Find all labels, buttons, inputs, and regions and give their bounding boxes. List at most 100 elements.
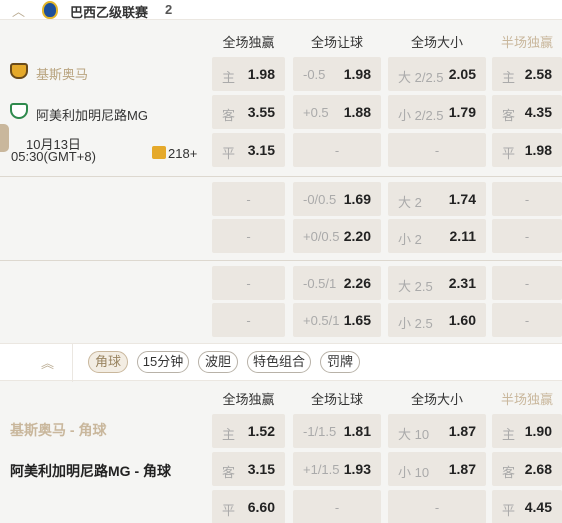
divider (72, 344, 73, 382)
home-team-logo (10, 63, 28, 79)
odds-cell-hc-home[interactable]: -1/1.5 1.81 (293, 414, 381, 448)
odds-cell-hc-home[interactable]: -0.5 1.98 (293, 57, 381, 91)
odds-cell-ml-home[interactable]: 主 1.52 (212, 414, 285, 448)
odds-cell-empty: - (492, 182, 562, 216)
odds-cell-ht-away[interactable]: 客 4.35 (492, 95, 562, 129)
league-logo (42, 1, 58, 19)
corners-home-name: 基斯奥马 - 角球 (10, 422, 107, 438)
odds-cell-empty: - (293, 133, 381, 167)
odds-cell-ml-away[interactable]: 客 3.15 (212, 452, 285, 486)
odds-cell-empty: - (492, 219, 562, 253)
divider (0, 260, 562, 261)
odds-cell-hc-home[interactable]: -0/0.5 1.69 (293, 182, 381, 216)
odds-label: 小 2 (398, 232, 422, 247)
odds-label: 主 (502, 70, 516, 85)
empty-dash: - (246, 192, 251, 207)
odds-cell-hc-away[interactable]: +0.5/1 1.65 (293, 303, 381, 337)
odds-cell-ou-over[interactable]: 大 10 1.87 (388, 414, 486, 448)
odds-cell-ml-away[interactable]: 客 3.55 (212, 95, 285, 129)
filter-chip-specials[interactable]: 特色组合 (247, 351, 311, 373)
odds-cell-empty: - (492, 303, 562, 337)
odds-label: -0.5/1 (303, 276, 337, 291)
odds-cell-ou-over[interactable]: 大 2.5 2.31 (388, 266, 486, 300)
odds-cell-hc-home[interactable]: -0.5/1 2.26 (293, 266, 381, 300)
empty-dash: - (334, 500, 340, 515)
odds-value: 1.65 (343, 312, 371, 328)
odds-cell-hc-away[interactable]: +0/0.5 2.20 (293, 219, 381, 253)
chevron-up-icon[interactable]: ︿ (12, 1, 25, 20)
match-time: 05:30(GMT+8) (11, 149, 96, 164)
odds-value: 2.11 (449, 228, 476, 244)
odds-value: 1.74 (448, 191, 476, 207)
empty-dash: - (246, 229, 251, 244)
odds-value: 1.98 (343, 66, 371, 82)
odds-cell-ht-draw[interactable]: 平 1.98 (492, 133, 562, 167)
header-halftime-1x2: 半场独赢 (500, 392, 553, 407)
filter-chip-15min[interactable]: 15分钟 (137, 351, 189, 373)
odds-label: 主 (502, 427, 516, 442)
odds-value: 1.87 (448, 461, 476, 477)
odds-cell-ou-under[interactable]: 小 2.5 1.60 (388, 303, 486, 337)
header-fulltime-handicap: 全场让球 (310, 35, 363, 50)
odds-value: 1.98 (247, 66, 275, 82)
odds-cell-ml-draw[interactable]: 平 6.60 (212, 490, 285, 523)
filter-chip-correct-score[interactable]: 波胆 (198, 351, 238, 373)
header-halftime-1x2: 半场独赢 (500, 35, 553, 50)
odds-label: +0.5/1 (303, 313, 340, 328)
odds-cell-ht-home[interactable]: 主 2.58 (492, 57, 562, 91)
odds-value: 1.87 (448, 423, 476, 439)
empty-dash: - (524, 229, 530, 244)
odds-cell-ou-over[interactable]: 大 2/2.5 2.05 (388, 57, 486, 91)
odds-cell-ht-home[interactable]: 主 1.90 (492, 414, 562, 448)
odds-cell-ht-draw[interactable]: 平 4.45 (492, 490, 562, 523)
odds-value: 1.52 (247, 423, 275, 439)
markets-count[interactable]: 218+ (168, 146, 197, 161)
filter-chip-corners[interactable]: 角球 (88, 351, 128, 373)
empty-dash: - (524, 192, 530, 207)
empty-dash: - (434, 143, 440, 158)
odds-cell-empty: - (212, 266, 285, 300)
odds-cell-empty: - (212, 182, 285, 216)
odds-value: 6.60 (247, 499, 275, 515)
odds-cell-hc-away[interactable]: +1/1.5 1.93 (293, 452, 381, 486)
odds-label: 大 2.5 (398, 279, 433, 294)
odds-cell-ou-under[interactable]: 小 2/2.5 1.79 (388, 95, 486, 129)
odds-cell-hc-away[interactable]: +0.5 1.88 (293, 95, 381, 129)
league-header[interactable]: ︿ 巴西乙级联赛 2 (0, 0, 562, 20)
league-name: 巴西乙级联赛 (70, 5, 149, 20)
league-match-count: 2 (165, 2, 173, 17)
odds-label: 平 (502, 146, 516, 161)
empty-dash: - (334, 143, 340, 158)
side-tab-handle[interactable] (0, 124, 9, 152)
odds-label: 客 (222, 465, 236, 480)
home-team-name[interactable]: 基斯奥马 (36, 64, 88, 83)
odds-label: +0.5 (303, 105, 329, 120)
away-team-name[interactable]: 阿美利加明尼路MG (36, 105, 148, 124)
empty-dash: - (434, 500, 440, 515)
odds-label: 大 2 (398, 195, 422, 210)
odds-cell-ht-away[interactable]: 客 2.68 (492, 452, 562, 486)
odds-cell-empty: - (212, 303, 285, 337)
odds-label: -0.5 (303, 67, 326, 82)
header-fulltime-overunder: 全场大小 (410, 392, 463, 407)
odds-value: 1.60 (448, 312, 476, 328)
odds-label: 大 10 (398, 427, 430, 442)
odds-value: 1.90 (524, 423, 552, 439)
odds-value: 3.55 (247, 104, 275, 120)
odds-label: 客 (502, 108, 516, 123)
odds-cell-ml-home[interactable]: 主 1.98 (212, 57, 285, 91)
odds-cell-ou-under[interactable]: 小 2 2.11 (388, 219, 486, 253)
odds-value: 1.93 (343, 461, 371, 477)
odds-value: 1.81 (343, 423, 371, 439)
odds-cell-ml-draw[interactable]: 平 3.15 (212, 133, 285, 167)
filter-chip-bookings[interactable]: 罚牌 (320, 351, 360, 373)
odds-value: 2.68 (524, 461, 552, 477)
odds-cell-ou-under[interactable]: 小 10 1.87 (388, 452, 486, 486)
header-fulltime-handicap: 全场让球 (310, 392, 363, 407)
empty-dash: - (246, 313, 251, 328)
odds-label: 小 10 (398, 465, 430, 480)
corners-away-name: 阿美利加明尼路MG - 角球 (10, 463, 171, 479)
odds-cell-ou-over[interactable]: 大 2 1.74 (388, 182, 486, 216)
odds-label: +1/1.5 (303, 462, 340, 477)
double-chevron-up-icon[interactable]: ︽ (41, 353, 54, 372)
